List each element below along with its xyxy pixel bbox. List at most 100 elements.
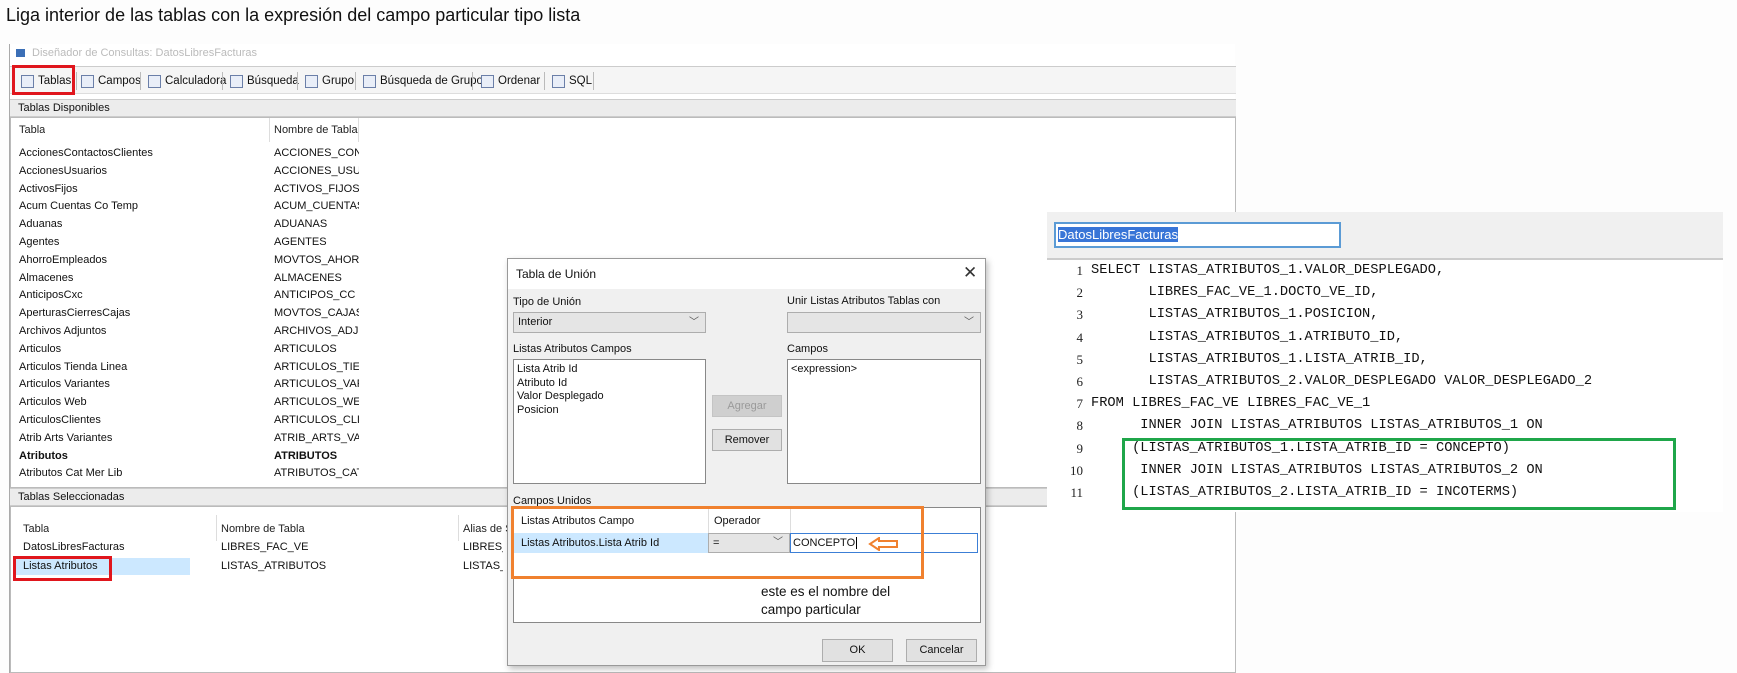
list-item[interactable]: <expression> [788,363,980,377]
join-type-select[interactable]: Interior ﹀ [513,312,706,333]
toolbar-b-squeda-de-grupo-button[interactable]: Búsqueda de Grupo [363,72,483,90]
table-row[interactable]: AccionesUsuarios ACCIONES_USUARI [11,163,1235,180]
page-heading: Liga interior de las tablas con la expre… [6,5,581,25]
close-icon[interactable]: ✕ [963,263,977,283]
search-icon [230,74,243,88]
table-cell: ACTIVOS_FIJOS [274,182,359,195]
sql-line[interactable]: FROM LIBRES_FAC_VE LIBRES_FAC_VE_1 [1091,396,1370,411]
table-cell: ADUANAS [274,218,328,231]
table-cell: AperturasCierresCajas [19,307,131,320]
table-row[interactable]: AccionesContactosClientes ACCIONES_CONTAC [11,145,1235,162]
table-cell: Almacenes [19,271,74,284]
listas-atributos-highlight [13,556,112,581]
list-item[interactable]: Atributo Id [514,377,705,391]
toolbar-sql-button[interactable]: SQL [552,72,592,90]
sql-line[interactable]: SELECT LISTAS_ATRIBUTOS_1.VALOR_DESPLEGA… [1091,263,1444,278]
join-type-value: Interior [518,316,553,328]
sql-line[interactable]: LISTAS_ATRIBUTOS_1.LISTA_ATRIB_ID, [1091,352,1427,367]
fields-icon [81,74,94,88]
sql-line[interactable]: INNER JOIN LISTAS_ATRIBUTOS LISTAS_ATRIB… [1091,418,1542,433]
table-cell: Atrib Arts Variantes [19,431,113,444]
table-cell: Acum Cuentas Co Temp [19,200,139,213]
app-icon [16,49,25,57]
table-cell: ACCIONES_CONTAC [274,147,359,159]
toolbar-label: SQL [569,75,593,87]
toolbar-grupo-button[interactable]: Grupo [305,72,354,90]
query-name-value: DatosLibresFacturas [1058,227,1178,242]
table-cell: Articulos [19,342,62,355]
table-cell: AnticiposCxc [19,289,83,302]
arrow-left-icon [868,537,898,551]
list-item[interactable]: Lista Atrib Id [514,363,705,377]
table-row[interactable]: ActivosFijos ACTIVOS_FIJOS [11,181,1235,198]
calculator-icon [148,74,161,88]
column-header-nombre[interactable]: Nombre de Tabla [221,521,305,538]
line-number: 8 [1076,418,1084,434]
table-cell: Agentes [19,236,60,248]
toolbar-campos-button[interactable]: Campos [81,72,141,90]
annotation-text: este es el nombre del campo particular [761,583,890,619]
left-fields-label: Listas Atributos Campos [513,343,632,355]
line-number: 9 [1076,440,1084,456]
column-header-tabla[interactable]: Tabla [19,122,45,139]
table-cell: ATRIB_ARTS_VARI/ [274,431,359,444]
sort-icon [481,74,494,88]
table-cell: ARTICULOS [274,342,337,355]
line-number: 5 [1076,351,1084,367]
sql-line[interactable]: LISTAS_ATRIBUTOS_1.ATRIBUTO_ID, [1091,330,1403,345]
table-cell: ATRIBUTOS_CAT_M [274,467,359,480]
toolbar-label: Campos [98,75,141,87]
query-name-input[interactable]: DatosLibresFacturas [1054,222,1341,248]
join-with-select[interactable]: ﹀ [787,312,981,333]
table-cell: ACCIONES_USUARI [274,164,359,177]
joined-row-highlight [511,506,924,579]
table-cell: AGENTES [274,236,327,248]
add-button[interactable]: Agregar [712,395,782,417]
table-cell: LIBRES_FAC_VE [221,541,309,553]
ok-button[interactable]: OK [822,639,893,662]
table-cell: ARTICULOS_TIEND/ [274,360,359,373]
line-number: 4 [1076,329,1084,345]
group-search-icon [363,74,376,88]
column-header-alias[interactable]: Alias de S [463,521,513,538]
right-fields-list[interactable]: <expression> [787,359,981,484]
toolbar-label: Calculadora [165,75,227,87]
list-item[interactable]: Posicion [514,404,705,418]
window-title: Diseñador de Consultas: DatosLibresFactu… [32,47,258,59]
table-cell: ANTICIPOS_CC [274,289,356,302]
table-cell: LIBRES_F [463,541,503,553]
table-cell: MOVTOS_CAJAS [274,307,359,320]
table-cell: Aduanas [19,218,63,231]
toolbar-label: Ordenar [498,75,541,87]
toolbar-label: Búsqueda [247,75,299,87]
table-cell: ALMACENES [274,271,342,284]
table-cell: ARCHIVOS_ADJUNT [274,325,359,337]
sql-line[interactable]: LIBRES_FAC_VE_1.DOCTO_VE_ID, [1091,285,1378,300]
toolbar-b-squeda-button[interactable]: Búsqueda [230,72,299,90]
sql-panel: DatosLibresFacturas 1 SELECT LISTAS_ATRIB… [1047,212,1723,512]
toolbar-label: Grupo [322,75,354,87]
tablas-highlight [12,65,75,95]
cancel-button[interactable]: Cancelar [906,639,977,662]
left-fields-list[interactable]: Lista Atrib Id Atributo Id Valor Despleg… [513,359,706,484]
table-cell: ATRIBUTOS [274,449,338,462]
column-header-nombre[interactable]: Nombre de Tabla [274,122,358,139]
table-cell: LISTAS_A [463,560,503,572]
line-number: 2 [1076,285,1084,301]
filter-icon [305,74,318,88]
table-cell: ACUM_CUENTAS_C( [274,200,359,213]
chevron-down-icon: ﹀ [689,317,699,328]
remove-button[interactable]: Remover [712,429,782,451]
table-cell: DatosLibresFacturas [23,541,125,553]
toolbar-calculadora-button[interactable]: Calculadora [148,72,226,90]
toolbar-ordenar-button[interactable]: Ordenar [481,72,540,90]
toolbar: Tablas Campos Calculadora Búsqueda Grupo Búsq… [10,66,1236,94]
sql-line[interactable]: LISTAS_ATRIBUTOS_2.VALOR_DESPLEGADO VALO… [1091,374,1592,389]
table-cell: MOVTOS_AHORRO_ [274,253,359,266]
line-number: 1 [1076,263,1084,278]
list-item[interactable]: Valor Desplegado [514,390,705,404]
column-header-tabla[interactable]: Tabla [23,521,49,538]
sql-line[interactable]: LISTAS_ATRIBUTOS_1.POSICION, [1091,307,1378,322]
table-cell: ARTICULOS_VARIAI [274,378,359,391]
annotation-line: este es el nombre del [761,584,891,599]
